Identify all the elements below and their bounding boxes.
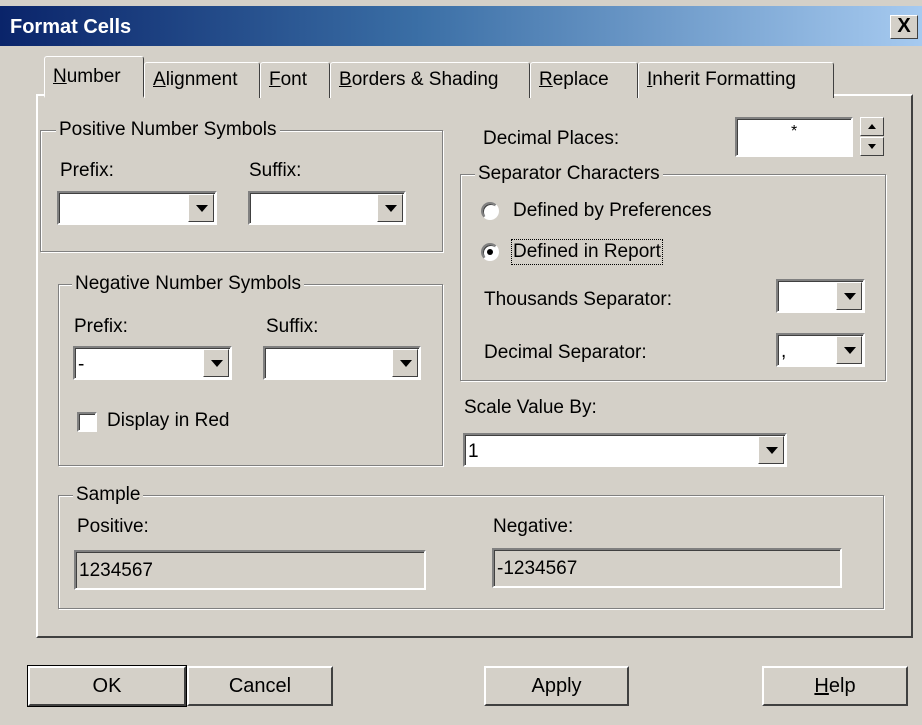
- tab-alignment[interactable]: Alignment: [144, 62, 260, 98]
- scale-value-by-label: Scale Value By:: [464, 397, 597, 418]
- sample-positive-label: Positive:: [77, 516, 149, 537]
- chevron-down-icon[interactable]: [836, 336, 862, 364]
- negative-prefix-select[interactable]: -: [73, 346, 232, 380]
- close-icon: X: [897, 15, 911, 37]
- chevron-down-icon[interactable]: [836, 282, 862, 310]
- close-button[interactable]: X: [890, 15, 918, 39]
- tab-borders-shading[interactable]: Borders & Shading: [330, 62, 530, 98]
- window-title: Format Cells: [10, 16, 132, 38]
- negative-suffix-select[interactable]: [263, 346, 421, 380]
- cancel-button[interactable]: Cancel: [187, 666, 333, 706]
- apply-button[interactable]: Apply: [484, 666, 629, 706]
- display-in-red-checkbox[interactable]: [77, 412, 97, 432]
- tab-inherit-formatting[interactable]: Inherit Formatting: [638, 62, 834, 98]
- sample-positive-value: 1234567: [74, 550, 426, 590]
- tab-number[interactable]: Number: [44, 56, 144, 98]
- separator-group-title: Separator Characters: [475, 163, 663, 185]
- negative-prefix-label: Prefix:: [74, 316, 128, 337]
- sample-negative-value: -1234567: [492, 548, 842, 588]
- defined-by-preferences-label: Defined by Preferences: [513, 200, 712, 221]
- chevron-down-icon[interactable]: [758, 436, 784, 464]
- positive-suffix-select[interactable]: [248, 191, 406, 225]
- help-button[interactable]: Help: [762, 666, 908, 706]
- decimal-separator-select[interactable]: ,: [776, 333, 865, 367]
- decimal-places-label: Decimal Places:: [483, 128, 620, 149]
- defined-in-report-radio[interactable]: [481, 243, 499, 261]
- tab-replace[interactable]: Replace: [530, 62, 638, 98]
- thousands-separator-select[interactable]: [776, 279, 865, 313]
- decimal-places-input[interactable]: *: [735, 117, 853, 157]
- sample-group-title: Sample: [73, 484, 144, 506]
- chevron-down-icon[interactable]: [188, 194, 214, 222]
- scale-value-select[interactable]: 1: [463, 433, 787, 467]
- positive-prefix-select[interactable]: [57, 191, 217, 225]
- title-bar: [0, 6, 922, 46]
- spin-up-icon[interactable]: [860, 117, 884, 136]
- chevron-down-icon[interactable]: [377, 194, 403, 222]
- sample-negative-label: Negative:: [493, 516, 574, 537]
- defined-in-report-label: Defined in Report: [511, 239, 663, 265]
- thousands-separator-label: Thousands Separator:: [484, 289, 673, 310]
- decimal-separator-label: Decimal Separator:: [484, 342, 647, 363]
- positive-prefix-label: Prefix:: [60, 160, 114, 181]
- tab-font[interactable]: Font: [260, 62, 330, 98]
- positive-suffix-label: Suffix:: [249, 160, 302, 181]
- positive-group-title: Positive Number Symbols: [56, 119, 280, 141]
- display-in-red-label: Display in Red: [107, 410, 230, 431]
- chevron-down-icon[interactable]: [203, 349, 229, 377]
- negative-group-title: Negative Number Symbols: [72, 273, 304, 295]
- spin-down-icon[interactable]: [860, 137, 884, 156]
- chevron-down-icon[interactable]: [392, 349, 418, 377]
- ok-button[interactable]: OK: [27, 665, 187, 707]
- negative-suffix-label: Suffix:: [266, 316, 319, 337]
- defined-by-preferences-radio[interactable]: [481, 202, 499, 220]
